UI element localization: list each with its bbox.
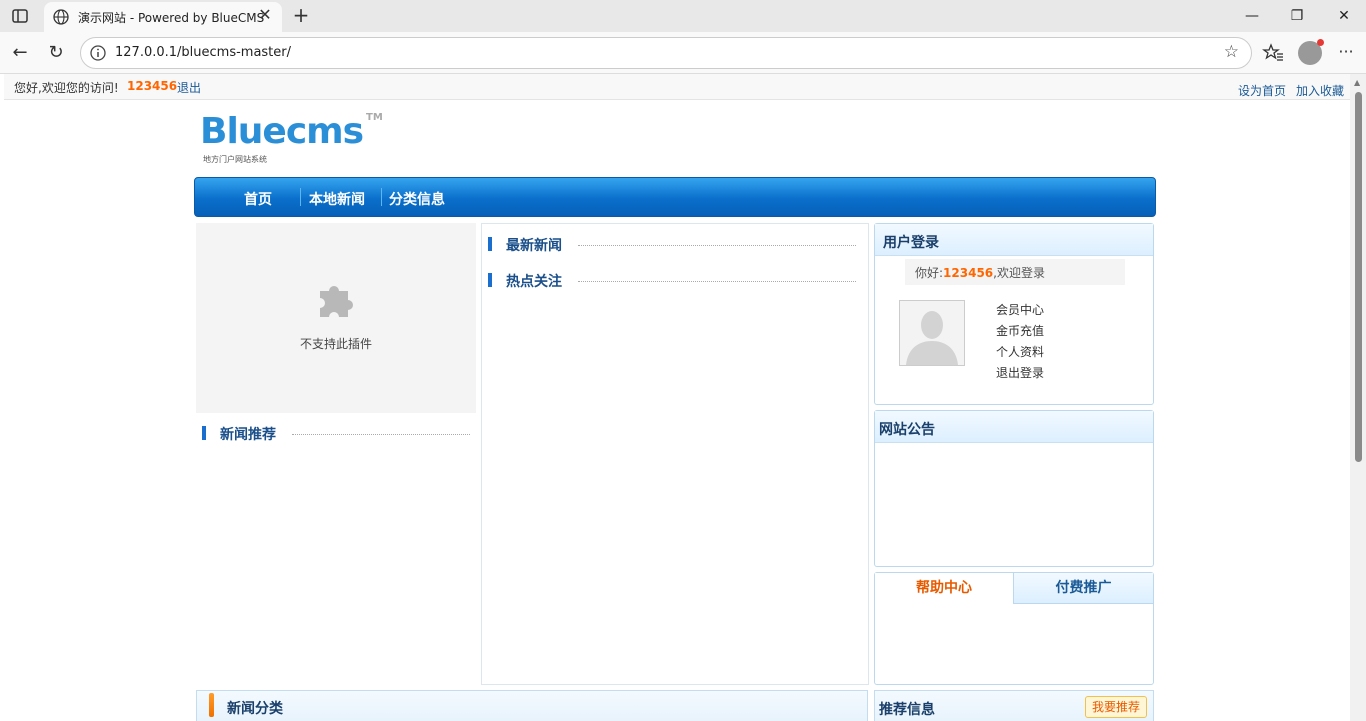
profile-avatar-icon[interactable] xyxy=(1298,39,1324,65)
tab-title: 演示网站 - Powered by BlueCMS xyxy=(78,11,265,25)
browser-tab[interactable]: 演示网站 - Powered by BlueCMS ✕ xyxy=(44,2,282,32)
hot-focus-title[interactable]: 热点关注 xyxy=(506,271,562,291)
new-tab-icon[interactable]: + xyxy=(290,4,312,26)
latest-news-title[interactable]: 最新新闻 xyxy=(506,235,562,255)
notice-title: 网站公告 xyxy=(879,422,935,438)
section-marker xyxy=(488,273,492,287)
browser-tab-bar: 演示网站 - Powered by BlueCMS ✕ + — ❐ ✕ xyxy=(0,0,1366,32)
close-tab-icon[interactable]: ✕ xyxy=(256,6,274,24)
nav-item-home[interactable]: 首页 xyxy=(244,189,272,209)
nav-separator xyxy=(381,188,382,206)
news-category-title: 新闻分类 xyxy=(227,701,283,717)
login-welcome: 你好:123456,欢迎登录 xyxy=(905,259,1125,285)
site-top-bar: 您好,欢迎您的访问! 123456 退出 设为首页 加入收藏 xyxy=(4,74,1350,100)
hot-focus-header: 热点关注 xyxy=(488,270,856,292)
scrollbar-thumb[interactable] xyxy=(1355,92,1362,462)
section-marker xyxy=(488,237,492,251)
close-window-icon[interactable]: ✕ xyxy=(1330,6,1358,26)
refresh-icon[interactable]: ↻ xyxy=(44,41,68,65)
notification-dot xyxy=(1317,39,1324,46)
default-avatar-icon xyxy=(906,311,958,365)
puzzle-piece-icon xyxy=(320,286,353,317)
star-icon[interactable]: ☆ xyxy=(1224,42,1239,62)
site-logo[interactable]: Bluecms TM 地方门户网站系统 xyxy=(200,112,390,166)
news-category-header: 新闻分类 xyxy=(196,690,868,721)
add-favorite-link[interactable]: 加入收藏 xyxy=(1296,82,1344,99)
globe-icon xyxy=(53,9,69,25)
favorites-icon[interactable] xyxy=(1262,41,1286,65)
scroll-up-icon[interactable]: ▲ xyxy=(1354,78,1360,87)
tab-paid-promotion[interactable]: 付费推广 xyxy=(1013,573,1153,604)
latest-news-header: 最新新闻 xyxy=(488,234,856,256)
recommended-news-title[interactable]: 新闻推荐 xyxy=(220,424,276,444)
dotted-divider xyxy=(578,281,856,282)
tab-help-center[interactable]: 帮助中心 xyxy=(875,573,1013,604)
user-login-box: 用户登录 你好:123456,欢迎登录 会员中心 金币充值 个人资料 退出登录 xyxy=(874,223,1154,405)
sidebar-toggle-icon[interactable] xyxy=(10,6,30,26)
recommend-info-header: 推荐信息 我要推荐 xyxy=(874,690,1154,721)
url-input[interactable]: 127.0.0.1/bluecms-master/ ☆ xyxy=(80,37,1252,69)
section-marker xyxy=(202,426,206,440)
url-text: 127.0.0.1/bluecms-master/ xyxy=(115,45,292,60)
logo-wordmark: Bluecms xyxy=(200,111,364,152)
coin-recharge-link[interactable]: 金币充值 xyxy=(996,322,1044,339)
page-viewport: 您好,欢迎您的访问! 123456 退出 设为首页 加入收藏 Bluecms T… xyxy=(0,74,1366,721)
recommended-news-header: 新闻推荐 xyxy=(202,423,470,445)
plugin-unsupported-text: 不支持此插件 xyxy=(299,337,372,351)
info-icon[interactable] xyxy=(89,44,107,62)
nav-separator xyxy=(300,188,301,206)
plugin-placeholder: 不支持此插件 xyxy=(196,223,476,413)
restore-icon[interactable]: ❐ xyxy=(1283,6,1311,26)
recommend-title: 推荐信息 xyxy=(879,702,935,718)
address-toolbar: ← ↻ 127.0.0.1/bluecms-master/ ☆ ··· xyxy=(0,32,1366,74)
section-marker xyxy=(209,693,214,717)
main-nav: 首页 本地新闻 分类信息 xyxy=(194,177,1156,217)
profile-link[interactable]: 个人资料 xyxy=(996,343,1044,360)
dotted-divider xyxy=(292,434,470,435)
welcome-text: 您好,欢迎您的访问! xyxy=(14,81,119,95)
member-center-link[interactable]: 会员中心 xyxy=(996,301,1044,318)
minimize-icon[interactable]: — xyxy=(1238,6,1266,26)
hello-prefix: 你好: xyxy=(915,266,944,280)
username-link[interactable]: 123456 xyxy=(127,79,177,93)
hello-username: 123456 xyxy=(943,266,994,280)
back-arrow-icon[interactable]: ← xyxy=(8,41,32,65)
set-homepage-link[interactable]: 设为首页 xyxy=(1238,82,1286,99)
user-avatar xyxy=(899,300,965,366)
help-tabs-box: 帮助中心 付费推广 xyxy=(874,572,1154,685)
logo-slogan: 地方门户网站系统 xyxy=(203,155,267,164)
page-scrollbar[interactable]: ▲ xyxy=(1350,74,1366,721)
more-menu-icon[interactable]: ··· xyxy=(1334,41,1358,65)
nav-item-classifieds[interactable]: 分类信息 xyxy=(389,189,445,209)
login-header: 用户登录 xyxy=(875,224,1153,256)
recommend-button[interactable]: 我要推荐 xyxy=(1085,696,1147,718)
site-notice-box: 网站公告 xyxy=(874,410,1154,567)
hello-suffix: ,欢迎登录 xyxy=(993,266,1045,280)
login-title: 用户登录 xyxy=(883,235,939,251)
logo-trademark: TM xyxy=(366,112,383,123)
notice-header: 网站公告 xyxy=(875,411,1153,443)
logout-link[interactable]: 退出 xyxy=(177,79,201,96)
dotted-divider xyxy=(578,245,856,246)
nav-item-local-news[interactable]: 本地新闻 xyxy=(309,189,365,209)
news-column: 最新新闻 热点关注 xyxy=(481,223,869,685)
sign-out-link[interactable]: 退出登录 xyxy=(996,364,1044,381)
